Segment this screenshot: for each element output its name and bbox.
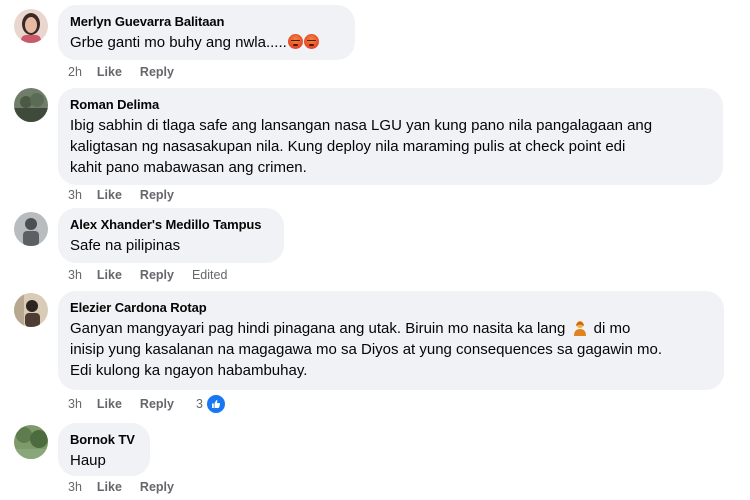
comment-author[interactable]: Roman Delima bbox=[70, 96, 711, 113]
comment-bubble: Elezier Cardona Rotap Ganyan mangyayari … bbox=[58, 291, 724, 390]
reply-button[interactable]: Reply bbox=[140, 64, 174, 80]
comment-text: Ganyan mangyayari pag hindi pinagana ang… bbox=[70, 318, 712, 381]
comment-time[interactable]: 2h bbox=[68, 64, 82, 80]
reaction-count-number: 3 bbox=[196, 397, 203, 411]
comment-time[interactable]: 3h bbox=[68, 479, 82, 495]
comment-bubble: Bornok TV Haup bbox=[58, 423, 150, 476]
comment-text-line: Edi kulong ka ngayon habambuhay. bbox=[70, 362, 308, 379]
comment-text-line: kahit pano mabawasan ang crimen. bbox=[70, 159, 307, 176]
reply-button[interactable]: Reply bbox=[140, 267, 174, 283]
comment-actions: 3h Like Reply Edited bbox=[68, 267, 245, 283]
avatar[interactable] bbox=[14, 425, 48, 459]
reply-button[interactable]: Reply bbox=[140, 479, 174, 495]
like-button[interactable]: Like bbox=[97, 479, 122, 495]
comment-text: Ibig sabhin di tlaga safe ang lansangan … bbox=[70, 115, 711, 178]
comment-text-line: kaligtasan ng nasasakupan nila. Kung dep… bbox=[70, 138, 626, 155]
like-button[interactable]: Like bbox=[97, 267, 122, 283]
comment-time[interactable]: 3h bbox=[68, 267, 82, 283]
avatar[interactable] bbox=[14, 212, 48, 246]
angry-face-icon bbox=[287, 34, 303, 49]
comment-text-line: inisip yung kasalanan na magagawa mo sa … bbox=[70, 341, 663, 358]
reaction-count[interactable]: 3 bbox=[196, 393, 227, 415]
comment-author[interactable]: Bornok TV bbox=[70, 431, 138, 448]
comment-text-line: Safe na pilipinas bbox=[70, 237, 181, 254]
comment-text-line: Haup bbox=[70, 452, 106, 469]
comment-text: Grbe ganti mo buhy ang nwla..... bbox=[70, 32, 343, 53]
comment-time[interactable]: 3h bbox=[68, 187, 82, 203]
comment-text: Haup bbox=[70, 450, 138, 471]
like-button[interactable]: Like bbox=[97, 187, 122, 203]
avatar[interactable] bbox=[14, 88, 48, 122]
like-reaction-icon bbox=[204, 393, 227, 415]
avatar[interactable] bbox=[14, 9, 48, 43]
comment-bubble: Merlyn Guevarra Balitaan Grbe ganti mo b… bbox=[58, 5, 355, 60]
comment-actions: 2h Like Reply bbox=[68, 64, 192, 80]
comment-text-line: Ibig sabhin di tlaga safe ang lansangan … bbox=[70, 117, 653, 134]
edited-label[interactable]: Edited bbox=[192, 267, 227, 283]
comment-time[interactable]: 3h bbox=[68, 396, 82, 412]
comment-author[interactable]: Elezier Cardona Rotap bbox=[70, 299, 712, 316]
comment-author[interactable]: Merlyn Guevarra Balitaan bbox=[70, 13, 343, 30]
comment-text: Safe na pilipinas bbox=[70, 235, 272, 256]
comment-author[interactable]: Alex Xhander's Medillo Tampus bbox=[70, 216, 272, 233]
avatar[interactable] bbox=[14, 293, 48, 327]
comment-actions: 3h Like Reply bbox=[68, 187, 192, 203]
comment-actions: 3h Like Reply bbox=[68, 396, 192, 412]
comment-actions: 3h Like Reply bbox=[68, 479, 192, 495]
like-button[interactable]: Like bbox=[97, 396, 122, 412]
comment-text-line: di mo bbox=[593, 320, 631, 337]
reply-button[interactable]: Reply bbox=[140, 396, 174, 412]
comment-bubble: Roman Delima Ibig sabhin di tlaga safe a… bbox=[58, 88, 723, 185]
reply-button[interactable]: Reply bbox=[140, 187, 174, 203]
comment-text-line: Ganyan mangyayari pag hindi pinagana ang… bbox=[70, 320, 566, 337]
comment-bubble: Alex Xhander's Medillo Tampus Safe na pi… bbox=[58, 208, 284, 263]
comment-text-line: Grbe ganti mo buhy ang nwla..... bbox=[70, 34, 287, 51]
angry-face-icon bbox=[303, 34, 319, 49]
like-button[interactable]: Like bbox=[97, 64, 122, 80]
person-shrugging-icon bbox=[573, 320, 586, 336]
